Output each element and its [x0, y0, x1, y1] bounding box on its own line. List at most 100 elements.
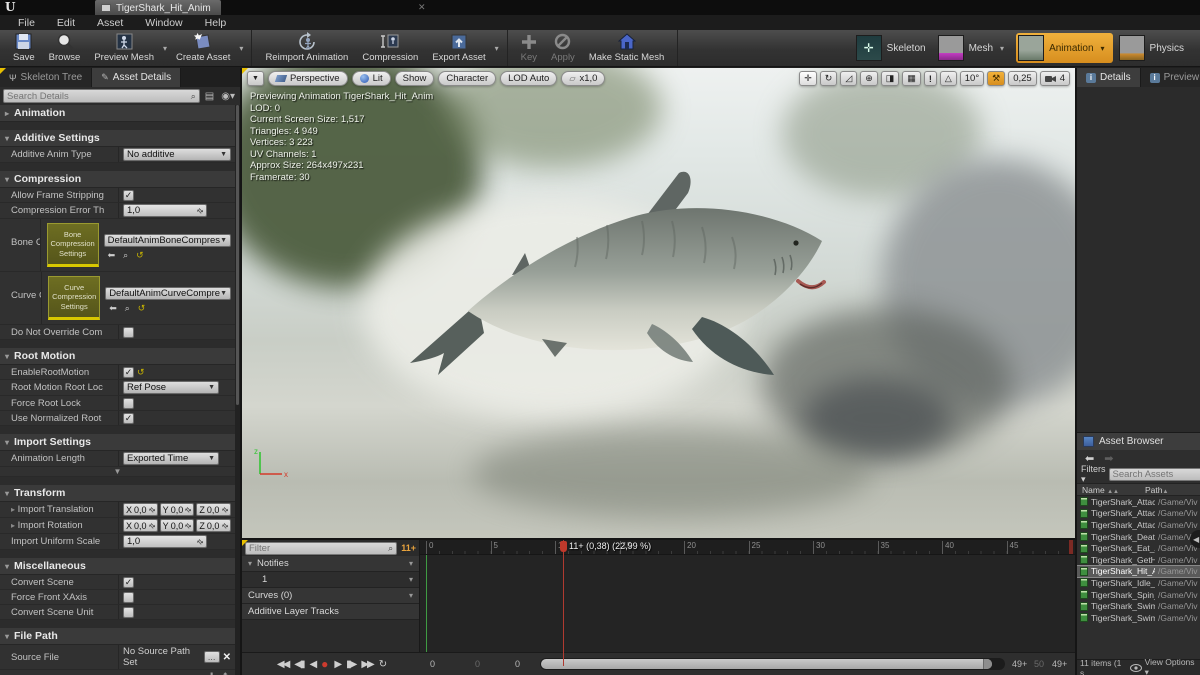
asset-row[interactable]: TigerShark_Eat_An /Game/Viv [1077, 542, 1200, 554]
playhead-knob[interactable] [560, 541, 567, 552]
convert-scene-unit-checkbox[interactable]: ✓ [123, 606, 134, 618]
transport-button[interactable]: ↻ [379, 659, 388, 670]
track-filter-input[interactable] [249, 542, 389, 554]
viewport-options-button[interactable]: ▼ [247, 71, 264, 86]
menu-item[interactable]: File [8, 17, 45, 29]
rotation-z-field[interactable]: Z 0,0 ⇄ [196, 519, 232, 532]
document-tab[interactable]: TigerShark_Hit_Anim [95, 0, 221, 15]
convert-scene-checkbox[interactable]: ✓ [123, 576, 134, 588]
force-front-xaxis-checkbox[interactable]: ✓ [123, 591, 134, 603]
preview-viewport[interactable]: ▼ Perspective Lit Show Character LOD Aut… [242, 68, 1075, 540]
use-normalized-root-checkbox[interactable]: ✓ [123, 412, 134, 424]
move-tool-button[interactable]: ✛ [799, 71, 817, 86]
asset-browser-tab[interactable]: Asset Browser [1077, 433, 1200, 450]
tab-skeleton-tree[interactable]: Ψ Skeleton Tree [0, 68, 93, 87]
force-root-lock-checkbox[interactable]: ✓ [123, 397, 134, 409]
uniform-scale-field[interactable]: 1,0 ⇄ [123, 535, 207, 548]
transport-button[interactable]: ◀◀ [277, 659, 290, 670]
timeline-ruler[interactable]: 11+ (0,38) (22,99 %) 051015202530354045 [420, 540, 1075, 666]
tab-asset-details[interactable]: ✎ Asset Details [92, 68, 182, 87]
menu-item[interactable]: Window [135, 17, 192, 29]
use-selected-asset-icon[interactable]: ⬅ [108, 250, 116, 261]
save-button[interactable]: Save [6, 30, 42, 66]
details-search-input[interactable] [7, 90, 191, 102]
notify-track-1[interactable]: 1 ▾ [242, 572, 419, 588]
compression-button[interactable]: Compression [355, 30, 425, 66]
scale-tool-button[interactable]: ◿ [840, 71, 858, 86]
track-options-caret-icon[interactable]: ▾ [409, 591, 413, 600]
timeline-playhead[interactable]: 11+ (0,38) (22,99 %) [560, 540, 651, 666]
notifies-track-header[interactable]: ▾ Notifies ▾ [242, 556, 419, 572]
arrow-down-icon[interactable]: ⬇ [208, 671, 216, 675]
lit-mode-button[interactable]: Lit [351, 71, 391, 86]
rotation-snap-value-button[interactable]: 10° [959, 71, 985, 86]
menu-item[interactable]: Asset [87, 17, 133, 29]
bone-compression-dropdown[interactable]: DefaultAnimBoneCompres ▼ [103, 233, 231, 247]
rotation-x-field[interactable]: X 0,0 ⇄ [123, 519, 158, 532]
visibility-options-icon[interactable]: ◉▾ [219, 91, 237, 102]
translation-y-field[interactable]: Y 0,0 ⇄ [159, 503, 195, 516]
curve-compression-thumbnail[interactable]: Curve Compression Settings [48, 276, 101, 320]
menu-item[interactable]: Edit [47, 17, 85, 29]
category-root-motion[interactable]: ▾ Root Motion [0, 348, 235, 365]
left-panel-scrollbar[interactable] [235, 105, 240, 675]
browse-file-button[interactable]: … [203, 651, 220, 663]
curves-track-header[interactable]: Curves (0) ▾ [242, 588, 419, 604]
timeline-track-area[interactable] [420, 555, 1075, 652]
arrow-up-icon[interactable]: ⬆ [221, 671, 229, 675]
animation-length-dropdown[interactable]: Exported Time ▼ [123, 452, 219, 465]
transport-button[interactable]: ▶ [334, 659, 342, 670]
clear-path-icon[interactable]: ✕ [223, 652, 231, 663]
category-file-path[interactable]: ▾ File Path [0, 628, 235, 645]
column-name[interactable]: Name ▲▲ [1077, 485, 1145, 495]
spinner-icon[interactable]: ⇄ [195, 206, 205, 215]
asset-row[interactable]: TigerShark_Attack_ /Game/Viv [1077, 508, 1200, 520]
scrollbar-thumb[interactable] [236, 105, 239, 405]
show-menu-button[interactable]: Show [394, 71, 435, 86]
view-options-button[interactable]: View Options ▾ [1145, 657, 1197, 675]
key-button[interactable]: Key [514, 30, 544, 66]
export-asset-button[interactable]: Export Asset [425, 30, 492, 66]
additive-layer-tracks-header[interactable]: Additive Layer Tracks [242, 604, 419, 620]
bone-compression-thumbnail[interactable]: Bone Compression Settings [46, 223, 99, 267]
mode-physics-button[interactable]: Physics [1117, 33, 1190, 63]
spinner-icon[interactable]: ⇄ [147, 505, 157, 514]
preview-mesh-button[interactable]: Preview Mesh [87, 30, 161, 66]
animation-caret-icon[interactable]: ▾ [1099, 44, 1107, 53]
asset-search-box[interactable]: ⌕ [1108, 468, 1200, 481]
create-asset-button[interactable]: Create Asset [169, 30, 237, 66]
track-options-caret-icon[interactable]: ▾ [409, 559, 413, 568]
tiger-shark-model[interactable] [392, 163, 852, 378]
mode-skeleton-button[interactable]: Skeleton [854, 33, 932, 63]
rotation-snap-toggle-button[interactable]: △ [939, 71, 957, 86]
column-path[interactable]: Path▲ [1145, 485, 1200, 495]
transport-button[interactable]: ▮▶ [346, 659, 357, 670]
category-transform[interactable]: ▾ Transform [0, 485, 235, 502]
category-import-settings[interactable]: ▾ Import Settings [0, 434, 235, 451]
rotation-y-field[interactable]: Y 0,0 ⇄ [159, 519, 195, 532]
asset-row[interactable]: TigerShark_Swim_ /Game/Viv [1077, 612, 1200, 624]
scrollbar-fill[interactable] [541, 659, 993, 669]
translation-z-field[interactable]: Z 0,0 ⇄ [196, 503, 232, 516]
coordinate-system-button[interactable]: ⊕ [860, 71, 878, 86]
track-options-caret-icon[interactable]: ▾ [409, 575, 413, 584]
mesh-caret-icon[interactable]: ▾ [998, 44, 1006, 53]
filters-dropdown[interactable]: Filters ▾ [1081, 464, 1106, 485]
spinner-icon[interactable]: ⇄ [147, 521, 157, 530]
reset-to-default-icon[interactable]: ↺ [137, 367, 145, 378]
asset-row[interactable]: TigerShark_Swim2 /Game/Viv [1077, 600, 1200, 612]
make-static-mesh-button[interactable]: Make Static Mesh [582, 30, 672, 66]
asset-row[interactable]: TigerShark_Idle_Ar /Game/Viv [1077, 577, 1200, 589]
export-asset-caret-icon[interactable]: ▾ [493, 44, 501, 53]
asset-row[interactable]: TigerShark_Spin_A /Game/Viv [1077, 589, 1200, 601]
transport-button[interactable]: ● [321, 657, 328, 671]
additive-anim-type-dropdown[interactable]: No additive ▼ [123, 148, 231, 161]
transport-button[interactable]: ▶▶ [361, 659, 374, 670]
tab-details[interactable]: i Details [1077, 68, 1141, 87]
tab-options-icon[interactable]: ✕ [418, 2, 426, 13]
translation-x-field[interactable]: X 0,0 ⇄ [123, 503, 158, 516]
back-arrow-icon[interactable]: ⬅ [1085, 452, 1094, 465]
spinner-icon[interactable]: ⇄ [195, 537, 205, 546]
reimport-animation-button[interactable]: Reimport Animation [258, 30, 355, 66]
preview-mesh-caret-icon[interactable]: ▾ [161, 44, 169, 53]
